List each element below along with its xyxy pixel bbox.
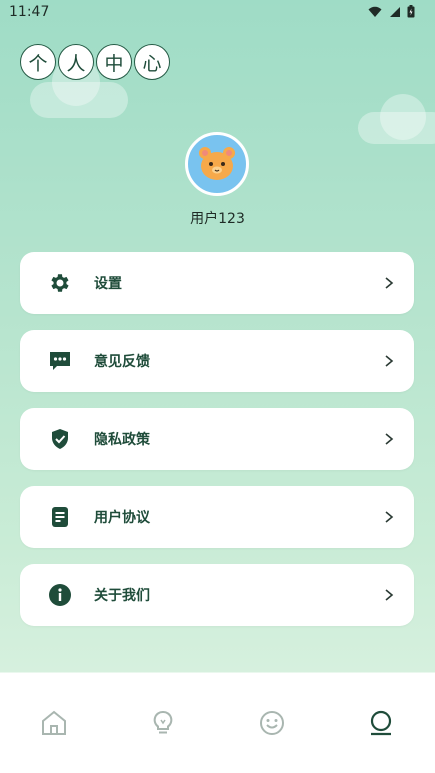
chat-bubble-icon: [50, 352, 70, 370]
gear-icon: [51, 274, 69, 292]
battery-icon: [407, 5, 415, 18]
menu-item-settings[interactable]: 设置: [20, 252, 414, 314]
smiley-icon[interactable]: [258, 709, 286, 737]
menu-item-about-us[interactable]: 关于我们: [20, 564, 414, 626]
status-time: 11:47: [9, 4, 50, 20]
avatar[interactable]: [185, 132, 249, 196]
info-icon: [49, 584, 71, 606]
shield-check-icon: [52, 429, 68, 449]
chevron-right-icon: [385, 355, 394, 367]
chevron-right-icon: [385, 511, 394, 523]
menu-item-feedback[interactable]: 意见反馈: [20, 330, 414, 392]
cloud-decoration-right: [358, 94, 435, 144]
menu-item-label: 设置: [94, 276, 122, 292]
username[interactable]: 用户123: [0, 208, 435, 228]
title-char: 个: [20, 44, 56, 80]
title-char: 中: [96, 44, 132, 80]
wifi-icon: [368, 6, 382, 17]
bottom-navigation: [0, 673, 435, 773]
chevron-right-icon: [385, 433, 394, 445]
lightbulb-icon[interactable]: [149, 709, 177, 737]
signal-icon: [390, 6, 400, 17]
profile-icon[interactable]: [367, 709, 395, 737]
status-icons: [368, 5, 415, 18]
chevron-right-icon: [385, 589, 394, 601]
menu-item-label: 用户协议: [94, 510, 150, 526]
bear-avatar-icon: [199, 147, 235, 180]
title-char: 心: [134, 44, 170, 80]
menu-item-user-agreement[interactable]: 用户协议: [20, 486, 414, 548]
menu-item-label: 关于我们: [94, 588, 150, 604]
home-icon[interactable]: [40, 709, 68, 737]
status-bar: 11:47: [0, 0, 435, 26]
page-title: 个 人 中 心: [20, 44, 170, 80]
menu-item-privacy-policy[interactable]: 隐私政策: [20, 408, 414, 470]
menu-item-label: 隐私政策: [94, 432, 150, 448]
chevron-right-icon: [385, 277, 394, 289]
cloud-decoration-left: [30, 58, 128, 118]
menu-item-label: 意见反馈: [94, 354, 150, 370]
document-icon: [52, 507, 68, 527]
title-char: 人: [58, 44, 94, 80]
